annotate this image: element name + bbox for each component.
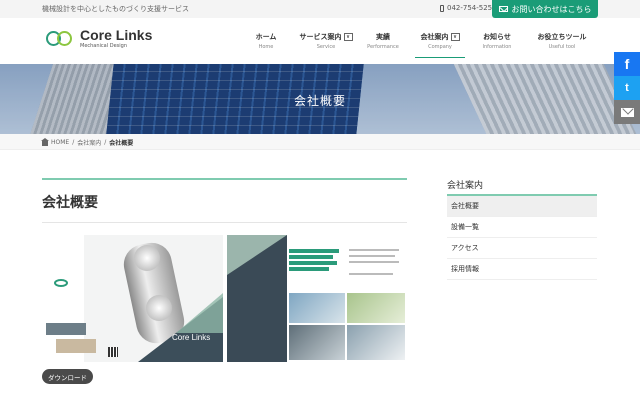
mail-icon xyxy=(498,6,508,12)
hero-title: 会社概要 xyxy=(293,94,346,108)
nav-information-en: Information xyxy=(482,44,512,50)
sidebar-item-overview[interactable]: 会社概要 xyxy=(447,196,597,217)
nav-item-performance[interactable]: 実績 Performance xyxy=(357,18,409,64)
contact-label: お問い合わせはこちら xyxy=(511,4,592,14)
main-nav: ホーム Home サービス案内 ∨ Service 実績 Performance … xyxy=(237,18,601,64)
nav-performance-label: 実績 xyxy=(376,33,390,41)
nav-useful-tool-label: お役立ちツール xyxy=(537,33,587,41)
twitter-share-button[interactable]: t xyxy=(614,76,640,100)
twitter-icon: t xyxy=(625,82,629,94)
home-icon xyxy=(41,137,49,146)
sidebar-item-equipment[interactable]: 設備一覧 xyxy=(447,217,597,238)
sidebar: 会社案内 会社概要 設備一覧 アクセス 採用情報 xyxy=(447,178,597,280)
nav-home-en: Home xyxy=(258,44,274,50)
phone-number[interactable]: 042-754-5255 xyxy=(440,4,497,12)
site-logo[interactable]: Core Links Mechanical Design xyxy=(46,28,152,49)
nav-item-home[interactable]: ホーム Home xyxy=(237,18,295,64)
email-share-button[interactable] xyxy=(614,100,640,124)
top-bar: 機械設計を中心としたものづくり支援サービス 042-754-5255 お問い合わ… xyxy=(0,0,640,18)
nav-company-en: Company xyxy=(428,44,452,50)
logo-name: Core Links xyxy=(80,27,153,43)
brochure-inside-image xyxy=(227,235,407,362)
nav-performance-en: Performance xyxy=(367,44,399,50)
nav-useful-tool-en: Useful tool xyxy=(548,44,576,50)
nav-item-company[interactable]: 会社案内 ∨ Company xyxy=(409,18,471,64)
brochure-front-image: Core Links xyxy=(42,235,223,362)
nav-information-label: お知らせ xyxy=(483,33,511,41)
share-bar: f t xyxy=(614,52,640,124)
nav-company-label: 会社案内 xyxy=(420,33,449,41)
nav-home-label: ホーム xyxy=(255,33,277,41)
brochure-brand: Core Links xyxy=(172,333,211,342)
logo-subtitle: Mechanical Design xyxy=(80,43,127,49)
facebook-icon: f xyxy=(624,56,630,72)
hero-banner: 会社概要 xyxy=(0,64,640,134)
nav-item-useful-tool[interactable]: お役立ちツール Useful tool xyxy=(523,18,601,64)
sidebar-item-access[interactable]: アクセス xyxy=(447,238,597,259)
breadcrumb-separator: / xyxy=(72,139,75,146)
facebook-share-button[interactable]: f xyxy=(614,52,640,76)
phone-icon xyxy=(440,4,444,12)
tagline: 機械設計を中心としたものづくり支援サービス xyxy=(42,5,189,13)
nav-item-information[interactable]: お知らせ Information xyxy=(471,18,523,64)
main-content: 会社概要 xyxy=(42,178,407,223)
logo-mark-icon xyxy=(46,30,74,48)
sidebar-item-recruit[interactable]: 採用情報 xyxy=(447,259,597,280)
chevron-down-icon[interactable]: ∨ xyxy=(450,33,460,41)
breadcrumb-parent[interactable]: 会社案内 xyxy=(77,138,101,147)
download-button[interactable]: ダウンロード xyxy=(42,369,93,384)
chevron-down-icon[interactable]: ∨ xyxy=(343,33,353,41)
brochure-images: Core Links xyxy=(42,235,407,362)
title-accent-line xyxy=(42,178,407,180)
email-icon xyxy=(620,107,634,117)
contact-button[interactable]: お問い合わせはこちら xyxy=(492,0,598,18)
nav-service-en: Service xyxy=(316,44,336,50)
site-header: Core Links Mechanical Design ホーム Home サー… xyxy=(0,18,640,64)
breadcrumb-home[interactable]: HOME xyxy=(51,139,69,146)
breadcrumb-current: 会社概要 xyxy=(109,140,134,147)
nav-service-label: サービス案内 xyxy=(299,33,342,41)
breadcrumb-bar: HOME / 会社案内 / 会社概要 xyxy=(0,134,640,150)
sidebar-title: 会社案内 xyxy=(447,178,597,196)
page-title: 会社概要 xyxy=(42,192,407,223)
phone-text: 042-754-5255 xyxy=(447,4,497,12)
breadcrumb: HOME / 会社案内 / 会社概要 xyxy=(41,137,134,147)
nav-item-service[interactable]: サービス案内 ∨ Service xyxy=(295,18,357,64)
breadcrumb-separator: / xyxy=(104,139,107,146)
